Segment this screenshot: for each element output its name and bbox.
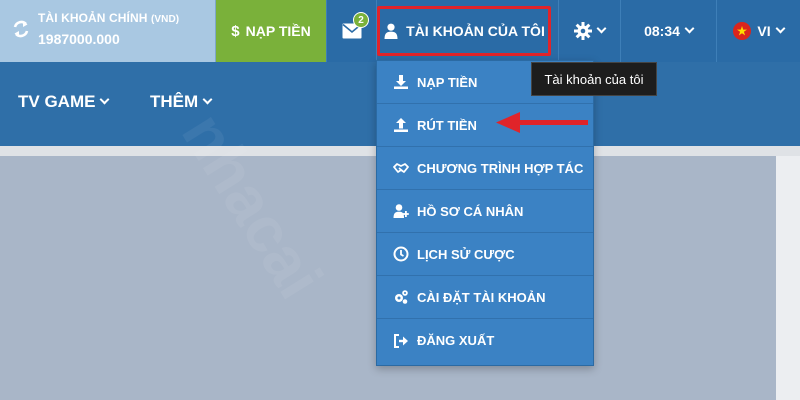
menu-item-profile[interactable]: HỒ SƠ CÁ NHÂN bbox=[377, 190, 593, 233]
cogs-icon bbox=[395, 290, 408, 304]
account-balance: 1987000.000 bbox=[38, 31, 120, 47]
chevron-down-icon bbox=[100, 94, 110, 105]
menu-item-label: CHƯƠNG TRÌNH HỢP TÁC bbox=[417, 160, 584, 176]
clock-icon bbox=[393, 246, 409, 262]
red-arrow-annotation-icon bbox=[496, 112, 588, 133]
chevron-down-icon bbox=[684, 23, 695, 34]
handshake-icon bbox=[393, 163, 409, 173]
my-account-tooltip: Tài khoản của tôi bbox=[531, 62, 657, 96]
menu-item-label: CÀI ĐẶT TÀI KHOẢN bbox=[417, 289, 546, 305]
settings-button[interactable] bbox=[558, 0, 620, 62]
refresh-icon[interactable] bbox=[12, 18, 30, 40]
chevron-down-icon bbox=[596, 23, 607, 34]
main-account-box[interactable]: TÀI KHOẢN CHÍNH (VND) 1987000.000 bbox=[0, 0, 216, 62]
menu-item-account-settings[interactable]: CÀI ĐẶT TÀI KHOẢN bbox=[377, 276, 593, 319]
messages-badge: 2 bbox=[353, 12, 369, 28]
my-account-button[interactable]: TÀI KHOẢN CỦA TÔI bbox=[376, 0, 552, 62]
menu-item-label: RÚT TIỀN bbox=[417, 117, 477, 133]
top-bar: TÀI KHOẢN CHÍNH (VND) 1987000.000 $ NẠP … bbox=[0, 0, 800, 62]
logout-icon bbox=[394, 333, 408, 348]
account-dropdown-menu: NẠP TIỀN RÚT TIỀN CHƯƠNG TRÌNH HỢP TÁC H… bbox=[376, 60, 594, 366]
chevron-down-icon bbox=[775, 23, 786, 34]
messages-button[interactable]: 2 bbox=[326, 0, 376, 62]
language-selector[interactable]: VI bbox=[716, 0, 800, 62]
nav-tv-game-label: TV GAME bbox=[18, 92, 96, 111]
my-account-label: TÀI KHOẢN CỦA TÔI bbox=[406, 23, 545, 39]
clock-display[interactable]: 08:34 bbox=[620, 0, 716, 62]
deposit-button[interactable]: $ NẠP TIỀN bbox=[216, 0, 326, 62]
gear-icon bbox=[574, 22, 592, 40]
nav-more-label: THÊM bbox=[150, 92, 199, 111]
upload-icon bbox=[394, 118, 408, 132]
menu-item-label: NẠP TIỀN bbox=[417, 74, 478, 90]
menu-item-bet-history[interactable]: LỊCH SỬ CƯỢC bbox=[377, 233, 593, 276]
user-plus-icon bbox=[393, 204, 409, 218]
main-account-label: TÀI KHOẢN CHÍNH (VND) bbox=[38, 11, 180, 25]
language-code: VI bbox=[757, 23, 771, 39]
user-icon bbox=[384, 23, 398, 39]
deposit-button-label: NẠP TIỀN bbox=[245, 23, 311, 39]
nav-more[interactable]: THÊM bbox=[150, 92, 213, 112]
menu-item-label: HỒ SƠ CÁ NHÂN bbox=[417, 203, 524, 219]
menu-item-label: ĐĂNG XUẤT bbox=[417, 333, 495, 348]
menu-item-partnership[interactable]: CHƯƠNG TRÌNH HỢP TÁC bbox=[377, 147, 593, 190]
vietnam-flag-icon bbox=[733, 22, 752, 40]
menu-item-logout[interactable]: ĐĂNG XUẤT bbox=[377, 319, 593, 362]
content-panel-edge bbox=[776, 156, 800, 400]
chevron-down-icon bbox=[202, 94, 213, 105]
download-icon bbox=[394, 75, 408, 89]
menu-item-label: LỊCH SỬ CƯỢC bbox=[417, 246, 515, 262]
dollar-icon: $ bbox=[231, 22, 240, 40]
nav-tv-game[interactable]: TV GAME bbox=[18, 92, 110, 112]
current-time: 08:34 bbox=[644, 23, 680, 39]
